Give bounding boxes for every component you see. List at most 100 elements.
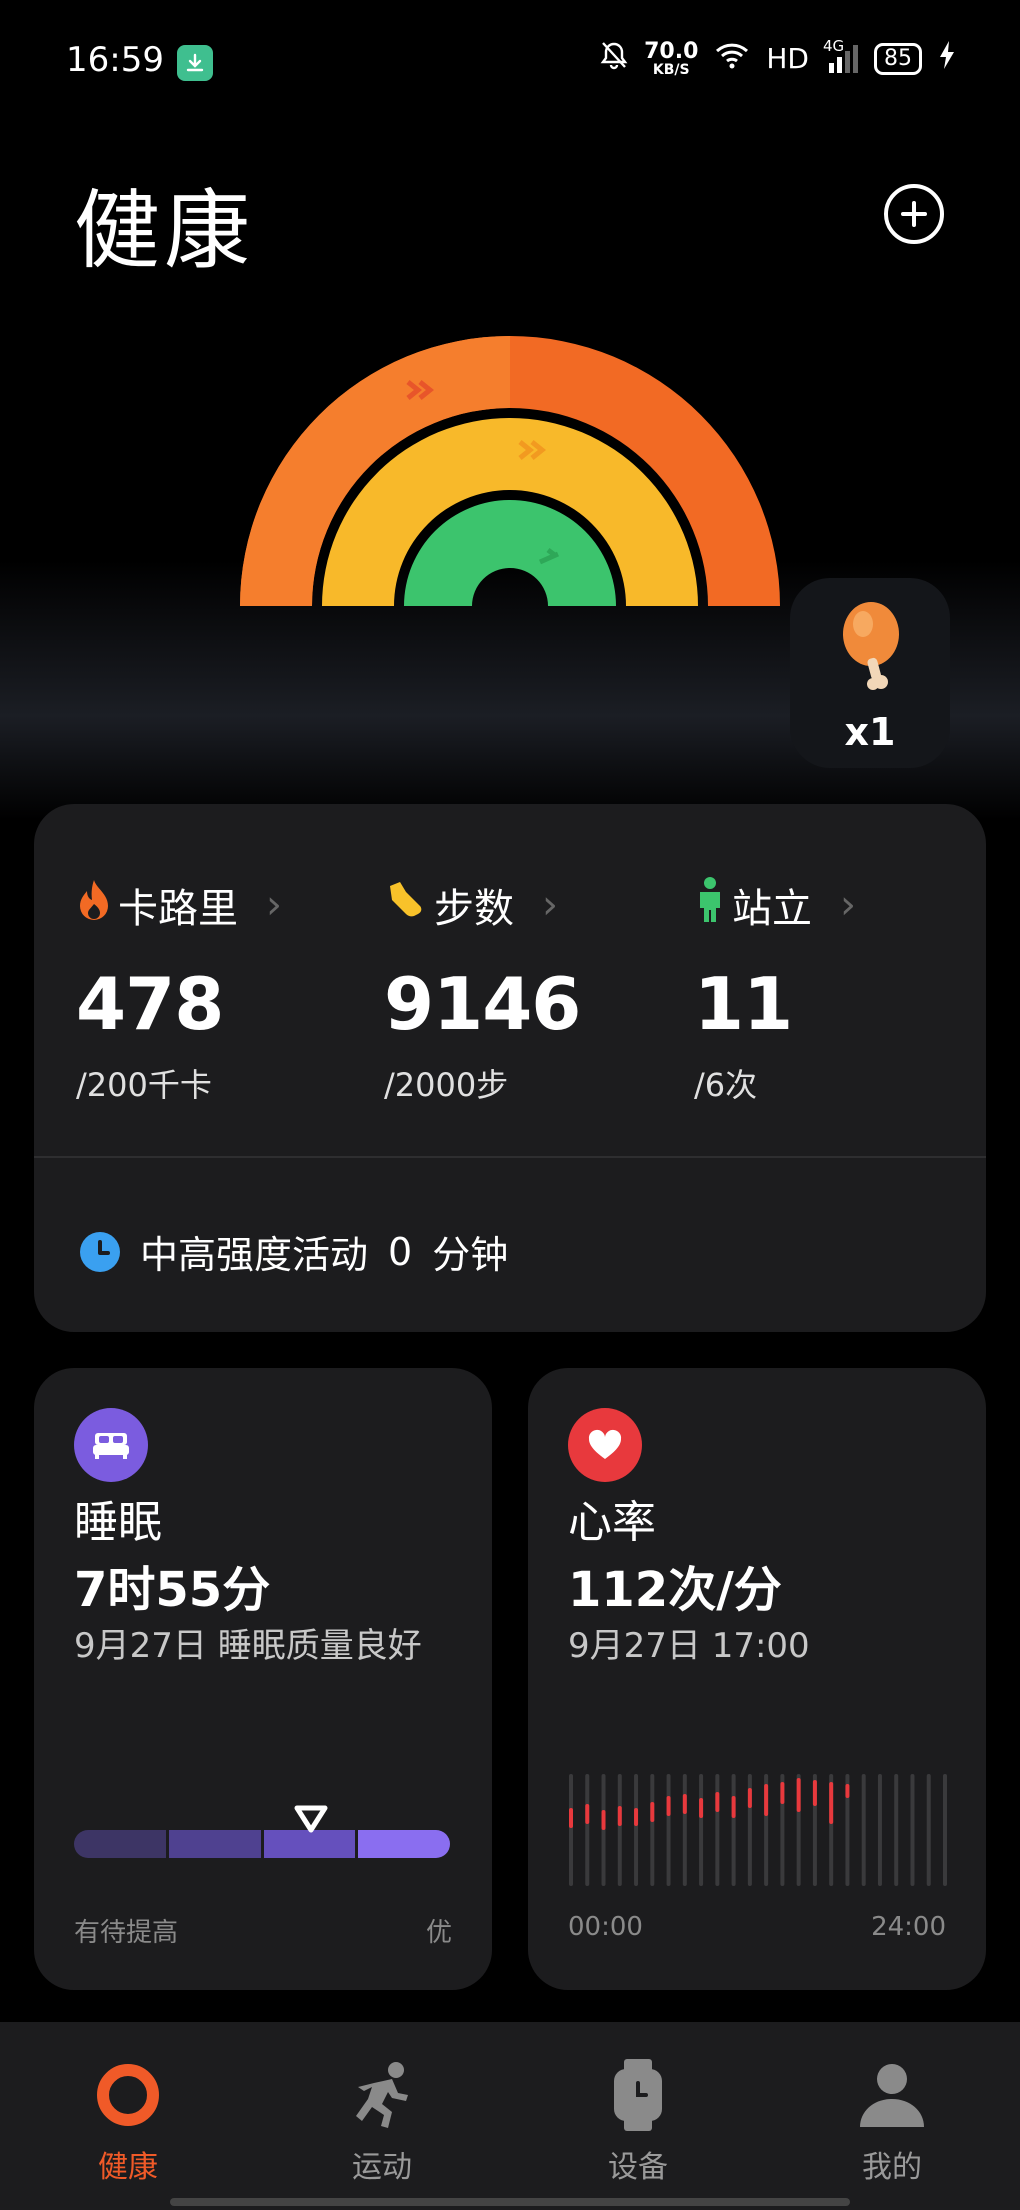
flame-icon bbox=[76, 878, 112, 932]
profile-icon bbox=[856, 2054, 928, 2136]
nav-profile-label: 我的 bbox=[862, 2150, 922, 2185]
heart-rate-value: 112次/分 bbox=[568, 1562, 782, 1618]
chevron-right-icon: › bbox=[542, 882, 558, 928]
divider bbox=[34, 1156, 986, 1158]
heart-rate-slot bbox=[731, 1774, 736, 1886]
heart-rate-reading bbox=[845, 1784, 850, 1798]
calorie-label: 卡路里 bbox=[118, 886, 238, 932]
heart-rate-reading bbox=[601, 1810, 606, 1830]
sleep-scale-low: 有待提高 bbox=[74, 1918, 179, 1948]
nav-device[interactable]: 设备 bbox=[558, 2054, 718, 2186]
status-indicators: 70.0 KB/S HD 4G 85 bbox=[600, 37, 956, 78]
signal-icon: 4G bbox=[823, 37, 858, 73]
reward-count: x1 bbox=[844, 710, 896, 754]
stand-value: 11 bbox=[694, 962, 793, 1046]
sleep-title: 睡眠 bbox=[74, 1497, 162, 1548]
nav-profile[interactable]: 我的 bbox=[812, 2054, 972, 2186]
heart-rate-reading bbox=[650, 1802, 655, 1822]
chevron-right-icon: › bbox=[266, 882, 282, 928]
nav-workout-label: 运动 bbox=[352, 2150, 412, 2185]
intensity-value: 0 bbox=[388, 1229, 413, 1274]
heart-rate-reading bbox=[764, 1784, 769, 1816]
heart-rate-chart bbox=[569, 1774, 947, 1886]
heart-rate-reading bbox=[699, 1798, 704, 1818]
download-icon bbox=[177, 45, 213, 81]
heart-rate-slot bbox=[617, 1774, 622, 1886]
add-button[interactable] bbox=[884, 184, 944, 244]
intensity-row[interactable]: 中高强度活动 0 分钟 bbox=[80, 1224, 508, 1279]
battery-indicator: 85 bbox=[874, 42, 922, 75]
plus-icon bbox=[901, 201, 927, 227]
heart-rate-reading bbox=[731, 1796, 736, 1818]
heart-rate-slot bbox=[569, 1774, 573, 1886]
calorie-value: 478 bbox=[76, 962, 224, 1046]
ring-icon bbox=[95, 2054, 161, 2136]
sleep-scale-high: 优 bbox=[425, 1918, 452, 1948]
heart-rate-slot bbox=[666, 1774, 671, 1886]
runner-icon bbox=[346, 2054, 418, 2136]
drumstick-icon bbox=[835, 598, 905, 698]
heart-rate-reading bbox=[796, 1778, 801, 1812]
status-time: 16:59 bbox=[66, 40, 164, 80]
chevron-right-icon: › bbox=[840, 882, 856, 928]
shoe-icon bbox=[384, 878, 428, 932]
sleep-duration: 7时55分 bbox=[74, 1562, 271, 1618]
heart-rate-slot bbox=[894, 1774, 899, 1886]
hd-label: HD bbox=[766, 42, 809, 75]
heart-rate-slot bbox=[634, 1774, 639, 1886]
activity-rings[interactable] bbox=[220, 320, 800, 620]
wifi-icon bbox=[714, 41, 750, 76]
stand-metric[interactable]: 站立 › 11 /6次 bbox=[694, 876, 856, 1106]
sleep-bar-segment bbox=[74, 1830, 166, 1858]
heart-rate-reading bbox=[747, 1788, 752, 1808]
page-title: 健康 bbox=[74, 181, 254, 281]
heart-rate-axis-start: 00:00 bbox=[568, 1912, 643, 1942]
heart-rate-slot bbox=[943, 1774, 947, 1886]
charging-icon bbox=[938, 40, 956, 77]
heart-rate-slot bbox=[699, 1774, 704, 1886]
calorie-goal: /200千卡 bbox=[76, 1066, 212, 1104]
watch-icon bbox=[610, 2054, 666, 2136]
network-speed: 70.0 KB/S bbox=[644, 38, 699, 78]
heart-rate-card[interactable]: 心率 112次/分 9月27日 17:00 00:00 24:00 bbox=[528, 1368, 986, 1990]
heart-rate-reading bbox=[682, 1794, 687, 1814]
bell-muted-icon bbox=[600, 40, 628, 77]
heart-rate-reading bbox=[617, 1806, 622, 1826]
steps-goal: /2000步 bbox=[384, 1066, 509, 1104]
heart-rate-slot bbox=[715, 1774, 720, 1886]
heart-rate-slot bbox=[585, 1774, 590, 1886]
nav-health-label: 健康 bbox=[98, 2150, 158, 2185]
heart-rate-title: 心率 bbox=[568, 1497, 656, 1548]
heart-rate-reading bbox=[780, 1782, 785, 1804]
nav-device-label: 设备 bbox=[608, 2150, 668, 2185]
heart-rate-slot bbox=[601, 1774, 606, 1886]
heart-rate-slot bbox=[910, 1774, 915, 1886]
heart-rate-reading bbox=[569, 1808, 573, 1828]
intensity-unit: 分钟 bbox=[432, 1233, 509, 1277]
heart-rate-slot bbox=[861, 1774, 866, 1886]
nav-health[interactable]: 健康 bbox=[48, 2054, 208, 2186]
steps-metric[interactable]: 步数 › 9146 /2000步 bbox=[384, 876, 581, 1106]
heart-rate-axis-end: 24:00 bbox=[871, 1912, 946, 1942]
nav-workout[interactable]: 运动 bbox=[302, 2054, 462, 2186]
heart-rate-reading bbox=[829, 1782, 834, 1824]
heart-rate-time: 9月27日 17:00 bbox=[568, 1626, 810, 1666]
heart-rate-slot bbox=[926, 1774, 931, 1886]
heart-icon bbox=[568, 1408, 642, 1482]
sleep-level-marker bbox=[293, 1804, 329, 1838]
heart-rate-reading bbox=[634, 1808, 639, 1826]
heart-rate-reading bbox=[666, 1796, 671, 1816]
calorie-metric[interactable]: 卡路里 › 478 /200千卡 bbox=[76, 876, 282, 1106]
sleep-bar-segment bbox=[168, 1830, 261, 1858]
steps-label: 步数 bbox=[434, 886, 514, 932]
sleep-quality-bar bbox=[74, 1830, 450, 1858]
heart-rate-slot bbox=[650, 1774, 655, 1886]
sleep-summary: 9月27日 睡眠质量良好 bbox=[74, 1626, 422, 1666]
reward-card[interactable]: x1 bbox=[790, 578, 950, 768]
person-standing-icon bbox=[694, 876, 726, 934]
heart-rate-reading bbox=[585, 1804, 590, 1824]
stand-label: 站立 bbox=[732, 886, 812, 932]
heart-rate-slot bbox=[877, 1774, 882, 1886]
intensity-label: 中高强度活动 bbox=[140, 1233, 369, 1277]
sleep-card[interactable]: 睡眠 7时55分 9月27日 睡眠质量良好 有待提高 优 bbox=[34, 1368, 492, 1990]
